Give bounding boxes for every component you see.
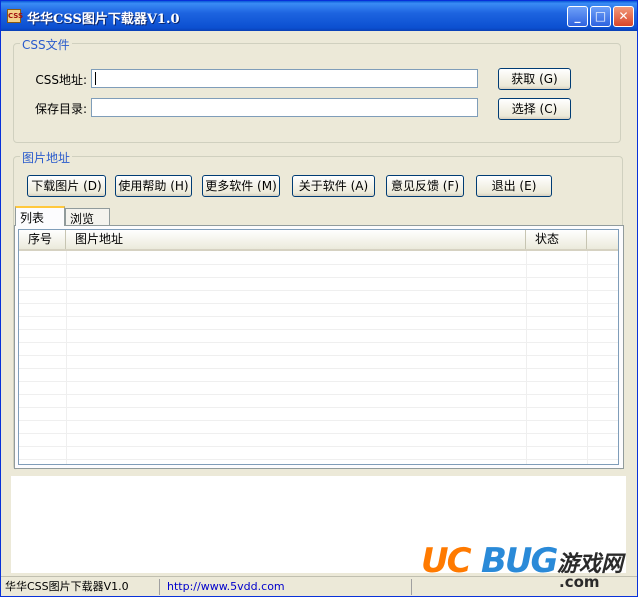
watermark-domain: .com [559, 573, 600, 591]
status-app-name: 华华CSS图片下载器V1.0 [5, 580, 129, 593]
css-file-group: CSS文件 CSS地址: 获取 (G) 保存目录: 选择 (C) [13, 36, 621, 143]
exit-button[interactable]: 退出 (E) [476, 175, 552, 197]
text-caret [95, 72, 96, 85]
table-row [19, 420, 618, 434]
status-divider [159, 579, 160, 595]
about-button[interactable]: 关于软件 (A) [292, 175, 375, 197]
table-row [19, 290, 618, 304]
css-file-group-title: CSS文件 [20, 36, 72, 53]
table-row [19, 342, 618, 356]
table-row [19, 433, 618, 447]
list-header: 序号 图片地址 状态 [19, 230, 618, 251]
status-divider [411, 579, 412, 595]
column-header-image-url[interactable]: 图片地址 [66, 230, 526, 249]
browse-button[interactable]: 选择 (C) [498, 98, 571, 120]
main-window: CSS 华华CSS图片下载器V1.0 _ □ ✕ CSS文件 CSS地址: 获取… [0, 0, 638, 597]
close-button[interactable]: ✕ [613, 6, 634, 27]
table-row [19, 381, 618, 395]
table-row [19, 251, 618, 265]
table-row [19, 355, 618, 369]
column-header-index[interactable]: 序号 [19, 230, 66, 249]
table-row [19, 264, 618, 278]
watermark-uc: UC [421, 541, 472, 581]
css-url-label: CSS地址: [35, 73, 87, 87]
table-row [19, 407, 618, 421]
save-dir-label: 保存目录: [34, 102, 87, 116]
ucbug-watermark-logo: UC BUG 游戏网 .com [421, 541, 631, 591]
app-icon: CSS [7, 9, 23, 23]
title-bar[interactable]: CSS 华华CSS图片下载器V1.0 _ □ ✕ [1, 1, 637, 31]
table-row [19, 446, 618, 460]
table-row [19, 277, 618, 291]
maximize-button[interactable]: □ [590, 6, 611, 27]
table-row [19, 329, 618, 343]
table-row [19, 368, 618, 382]
window-title: 华华CSS图片下载器V1.0 [27, 12, 180, 27]
css-url-input[interactable] [91, 69, 478, 88]
table-row [19, 303, 618, 317]
tab-panel: 序号 图片地址 状态 [14, 225, 624, 469]
help-button[interactable]: 使用帮助 (H) [115, 175, 192, 197]
download-images-button[interactable]: 下载图片 (D) [27, 175, 106, 197]
table-row [19, 316, 618, 330]
image-list-view[interactable]: 序号 图片地址 状态 [18, 229, 619, 465]
tab-browse[interactable]: 浏览 [65, 208, 110, 226]
fetch-button[interactable]: 获取 (G) [498, 68, 571, 90]
column-header-status[interactable]: 状态 [526, 230, 587, 249]
status-website-link[interactable]: http://www.5vdd.com [163, 579, 367, 595]
table-row [19, 394, 618, 408]
column-header-extra[interactable] [587, 230, 618, 249]
tab-list[interactable]: 列表 [15, 206, 65, 226]
more-software-button[interactable]: 更多软件 (M) [202, 175, 280, 197]
image-url-group-title: 图片地址 [20, 149, 73, 166]
feedback-button[interactable]: 意见反馈 (F) [386, 175, 464, 197]
save-dir-input[interactable] [91, 98, 478, 117]
watermark-bug: BUG [481, 541, 558, 581]
minimize-button[interactable]: _ [567, 6, 588, 27]
